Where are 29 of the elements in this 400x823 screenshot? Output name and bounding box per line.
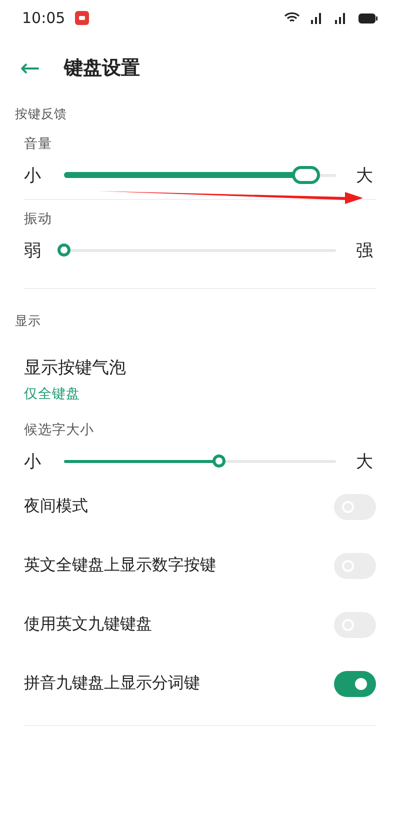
setting-value: 仅全键盘 — [24, 385, 81, 404]
slider-min-label: 弱 — [24, 240, 42, 262]
setting-label: 英文全键盘上显示数字按键 — [24, 555, 216, 576]
slider-min-label: 小 — [24, 164, 42, 186]
back-button[interactable]: ← — [20, 56, 40, 80]
section-title: 按键反馈 — [14, 105, 68, 123]
slider-thumb[interactable] — [212, 454, 226, 468]
recording-icon — [75, 11, 90, 25]
slider-max-label: 大 — [356, 450, 374, 472]
setting-label: 拼音九键盘上显示分词键 — [24, 673, 200, 694]
page-title: 键盘设置 — [64, 56, 140, 81]
slider-thumb[interactable] — [292, 166, 320, 184]
signal-icon — [334, 12, 348, 24]
setting-label: 夜间模式 — [24, 496, 88, 517]
wifi-icon — [284, 12, 300, 24]
battery-icon — [358, 12, 378, 24]
status-time: 10:05 — [22, 9, 66, 27]
slider-thumb[interactable] — [58, 244, 70, 256]
slider-label: 振动 — [24, 210, 53, 229]
slider-min-label: 小 — [24, 450, 42, 472]
section-title: 显示 — [14, 312, 42, 330]
slider-max-label: 大 — [356, 164, 374, 186]
setting-title[interactable]: 显示按键气泡 — [24, 338, 376, 379]
slider-label: 音量 — [24, 135, 53, 154]
toggle-switch[interactable] — [334, 670, 376, 696]
setting-label: 使用英文九键键盘 — [24, 614, 152, 635]
slider-max-label: 强 — [356, 240, 374, 262]
slider-label: 候选字大小 — [24, 421, 95, 440]
signal-icon — [310, 12, 324, 24]
